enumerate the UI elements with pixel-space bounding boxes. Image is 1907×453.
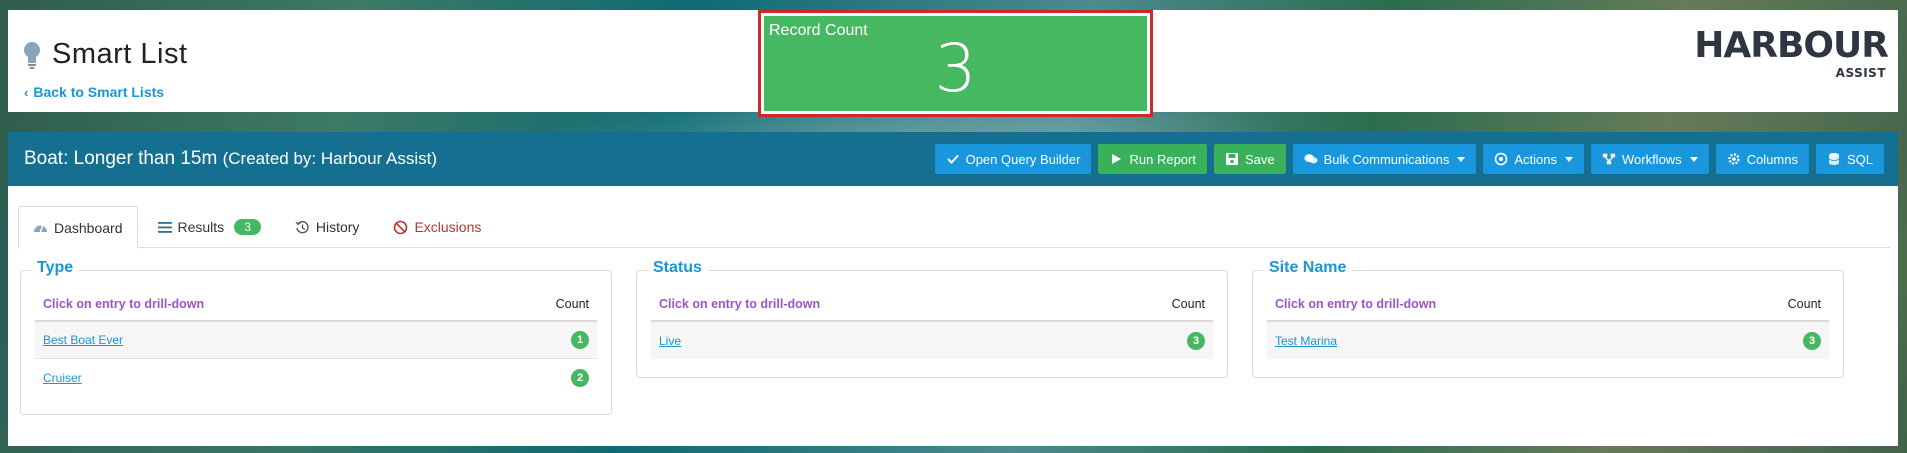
tab-dashboard[interactable]: Dashboard bbox=[18, 206, 138, 249]
save-button[interactable]: Save bbox=[1213, 144, 1286, 174]
sql-label: SQL bbox=[1846, 151, 1873, 167]
record-count-panel: Record Count 3 bbox=[764, 16, 1147, 111]
run-report-label: Run Report bbox=[1129, 151, 1196, 167]
database-icon bbox=[1828, 153, 1840, 165]
save-label: Save bbox=[1244, 151, 1275, 167]
bulk-communications-dropdown[interactable]: Bulk Communications bbox=[1292, 144, 1477, 174]
tab-results[interactable]: Results 3 bbox=[144, 206, 275, 248]
record-count-value: 3 bbox=[934, 30, 977, 107]
floppy-disk-icon bbox=[1225, 153, 1238, 165]
list-icon bbox=[157, 221, 172, 233]
harbour-assist-logo: HARBOUR ASSIST bbox=[1694, 26, 1889, 88]
caret-down-icon bbox=[1564, 156, 1573, 162]
ban-icon bbox=[394, 220, 408, 234]
count-header: Count bbox=[555, 297, 589, 311]
workflows-dropdown[interactable]: Workflows bbox=[1590, 144, 1709, 174]
count-badge[interactable]: 1 bbox=[571, 331, 589, 349]
report-header-bar: Boat: Longer than 15m (Created by: Harbo… bbox=[8, 132, 1898, 186]
chat-bubbles-icon bbox=[1304, 154, 1318, 164]
tab-history[interactable]: History bbox=[281, 206, 374, 248]
report-name: Boat: Longer than 15m bbox=[24, 148, 218, 169]
drill-down-link[interactable]: Live bbox=[659, 334, 681, 348]
table-row: Cruiser 2 bbox=[35, 359, 597, 396]
report-creator: (Created by: Harbour Assist) bbox=[222, 149, 438, 168]
sitemap-icon bbox=[1602, 153, 1616, 165]
panel-title: Site Name bbox=[1263, 259, 1353, 277]
check-icon bbox=[946, 154, 959, 164]
page-title-group: Smart List bbox=[22, 38, 188, 71]
chevron-left-icon: ‹ bbox=[24, 84, 29, 100]
panel-table: Click on entry to drill-down Count Best … bbox=[35, 291, 597, 396]
count-badge[interactable]: 3 bbox=[1187, 331, 1205, 350]
record-count-highlight: Record Count 3 bbox=[758, 10, 1153, 117]
sql-button[interactable]: SQL bbox=[1815, 144, 1884, 174]
bulk-communications-label: Bulk Communications bbox=[1323, 151, 1450, 167]
table-header: Click on entry to drill-down Count bbox=[651, 291, 1213, 322]
drill-down-hint: Click on entry to drill-down bbox=[1275, 297, 1437, 311]
type-panel: Type Click on entry to drill-down Count … bbox=[20, 259, 612, 415]
panel-table: Click on entry to drill-down Count Test … bbox=[1267, 291, 1829, 359]
tab-exclusions-label: Exclusions bbox=[414, 219, 482, 235]
table-row: Live 3 bbox=[651, 322, 1213, 359]
actions-label: Actions bbox=[1514, 151, 1557, 167]
columns-button[interactable]: Columns bbox=[1715, 144, 1809, 174]
panel-title: Type bbox=[31, 259, 80, 277]
site-name-panel: Site Name Click on entry to drill-down C… bbox=[1252, 259, 1844, 378]
history-icon bbox=[295, 220, 309, 233]
back-to-smart-lists-link[interactable]: ‹ Back to Smart Lists bbox=[24, 84, 164, 100]
hand-pointer-icon bbox=[1495, 152, 1508, 166]
status-panel: Status Click on entry to drill-down Coun… bbox=[636, 259, 1228, 378]
actions-dropdown[interactable]: Actions bbox=[1483, 144, 1584, 174]
tab-history-label: History bbox=[315, 219, 360, 235]
tab-bar: Dashboard Results 3 History Exclusions bbox=[18, 206, 1890, 249]
drill-down-link[interactable]: Cruiser bbox=[43, 371, 82, 385]
tab-dashboard-label: Dashboard bbox=[54, 219, 123, 236]
count-header: Count bbox=[1171, 297, 1205, 311]
table-row: Test Marina 3 bbox=[1267, 322, 1829, 359]
tab-exclusions[interactable]: Exclusions bbox=[379, 206, 495, 248]
tab-results-label: Results bbox=[177, 219, 225, 235]
columns-label: Columns bbox=[1746, 151, 1798, 167]
workflows-label: Workflows bbox=[1621, 151, 1682, 167]
back-link-label: Back to Smart Lists bbox=[33, 84, 165, 100]
drill-down-hint: Click on entry to drill-down bbox=[659, 297, 821, 311]
open-query-builder-label: Open Query Builder bbox=[965, 151, 1081, 167]
count-badge[interactable]: 2 bbox=[571, 368, 589, 387]
count-header: Count bbox=[1787, 297, 1821, 311]
panel-title: Status bbox=[647, 259, 708, 277]
logo-text: HARBOUR bbox=[1694, 25, 1889, 66]
drill-down-link[interactable]: Test Marina bbox=[1275, 334, 1337, 348]
table-header: Click on entry to drill-down Count bbox=[1267, 291, 1829, 322]
lightbulb-icon bbox=[24, 41, 40, 69]
caret-down-icon bbox=[1457, 156, 1466, 162]
gear-icon bbox=[1727, 153, 1740, 165]
table-row: Best Boat Ever 1 bbox=[35, 322, 597, 359]
drill-down-hint: Click on entry to drill-down bbox=[43, 297, 205, 311]
panel-table: Click on entry to drill-down Count Live … bbox=[651, 291, 1213, 359]
dashboard-gauge-icon bbox=[34, 225, 47, 232]
table-header: Click on entry to drill-down Count bbox=[35, 291, 597, 322]
run-report-button[interactable]: Run Report bbox=[1098, 144, 1207, 174]
report-toolbar: Open Query Builder Run Report Save Bulk … bbox=[934, 144, 1884, 174]
page-title: Smart List bbox=[52, 38, 188, 70]
count-badge[interactable]: 3 bbox=[1803, 331, 1821, 350]
open-query-builder-button[interactable]: Open Query Builder bbox=[934, 144, 1092, 174]
caret-down-icon bbox=[1689, 156, 1698, 162]
results-count-badge: 3 bbox=[234, 219, 261, 235]
logo-subtext: ASSIST bbox=[1835, 66, 1886, 80]
play-icon bbox=[1112, 154, 1122, 164]
drill-down-link[interactable]: Best Boat Ever bbox=[43, 333, 123, 347]
report-title: Boat: Longer than 15m (Created by: Harbo… bbox=[24, 148, 437, 170]
main-content: Dashboard Results 3 History Exclusions T… bbox=[8, 186, 1898, 446]
